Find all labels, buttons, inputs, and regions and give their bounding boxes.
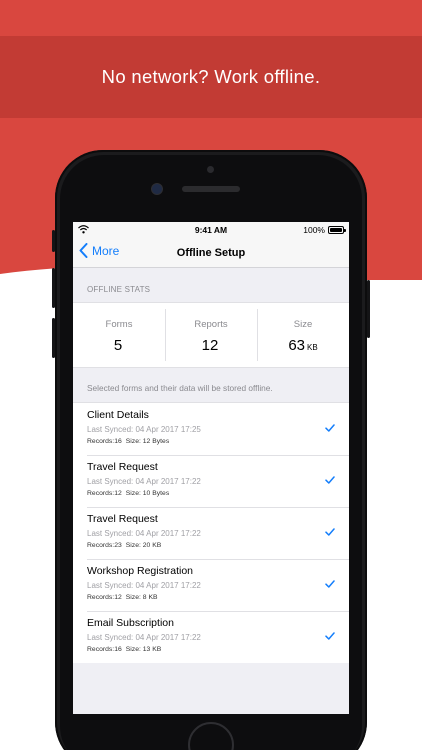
stat-value: 5 — [113, 337, 123, 354]
form-last-synced: Last Synced: 04 Apr 2017 17:22 — [87, 529, 201, 538]
phone-volume-down — [52, 318, 55, 358]
stat-forms: Forms 5 — [73, 303, 165, 367]
stat-label: Forms — [105, 319, 133, 330]
page-title: Offline Setup — [176, 247, 246, 259]
checkmark-icon — [325, 632, 335, 640]
promo-banner: No network? Work offline. — [0, 36, 422, 118]
battery-percent: 100% — [303, 225, 325, 235]
stat-value: 12 — [201, 337, 219, 354]
form-row-email-subscription[interactable]: Email Subscription Last Synced: 04 Apr 2… — [73, 611, 349, 663]
checkmark-icon — [325, 424, 335, 432]
stat-size: Size 63 KB — [257, 303, 349, 367]
checkmark-icon — [325, 580, 335, 588]
form-title: Client Details — [87, 409, 149, 421]
form-row-travel-request[interactable]: Travel Request Last Synced: 04 Apr 2017 … — [73, 455, 349, 507]
form-title: Travel Request — [87, 461, 158, 473]
stat-label: Size — [293, 319, 313, 330]
offline-forms-list: Client Details Last Synced: 04 Apr 2017 … — [73, 402, 349, 663]
form-last-synced: Last Synced: 04 Apr 2017 17:25 — [87, 425, 201, 434]
offline-stats: Forms 5 Reports 12 Size 63 KB — [73, 302, 349, 368]
phone-power-button — [367, 280, 370, 338]
checkmark-icon — [325, 528, 335, 536]
form-row-client-details[interactable]: Client Details Last Synced: 04 Apr 2017 … — [73, 403, 349, 455]
form-title: Workshop Registration — [87, 565, 194, 577]
form-title: Email Subscription — [87, 617, 174, 629]
checkmark-icon — [325, 476, 335, 484]
offline-stats-header: OFFLINE STATS — [87, 285, 151, 294]
form-title: Travel Request — [87, 513, 158, 525]
phone-sensor — [207, 166, 214, 173]
offline-note: Selected forms and their data will be st… — [87, 383, 273, 393]
form-records-size: Records:16 Size: 13 KB — [87, 646, 162, 653]
stat-value: 63 KB — [288, 337, 318, 354]
form-records-size: Records:12 Size: 8 KB — [87, 594, 158, 601]
phone-mute-switch — [52, 230, 55, 252]
stat-label: Reports — [194, 319, 228, 330]
app-screen: 9:41 AM 100% More Offline Setup OFFLINE … — [73, 222, 349, 714]
form-records-size: Records:12 Size: 10 Bytes — [87, 490, 170, 497]
form-last-synced: Last Synced: 04 Apr 2017 17:22 — [87, 477, 201, 486]
form-records-size: Records:16 Size: 12 Bytes — [87, 438, 170, 445]
form-row-travel-request-2[interactable]: Travel Request Last Synced: 04 Apr 2017 … — [73, 507, 349, 559]
battery-icon — [328, 226, 346, 234]
form-row-workshop-registration[interactable]: Workshop Registration Last Synced: 04 Ap… — [73, 559, 349, 611]
navigation-bar: More Offline Setup — [73, 238, 349, 268]
stat-reports: Reports 12 — [165, 303, 257, 367]
form-records-size: Records:23 Size: 20 KB — [87, 542, 162, 549]
form-last-synced: Last Synced: 04 Apr 2017 17:22 — [87, 633, 201, 642]
form-last-synced: Last Synced: 04 Apr 2017 17:22 — [87, 581, 201, 590]
earpiece-speaker — [182, 186, 240, 192]
front-camera — [152, 184, 162, 194]
phone-volume-up — [52, 268, 55, 308]
status-bar: 9:41 AM 100% — [73, 222, 349, 238]
banner-text: No network? Work offline. — [101, 66, 321, 87]
